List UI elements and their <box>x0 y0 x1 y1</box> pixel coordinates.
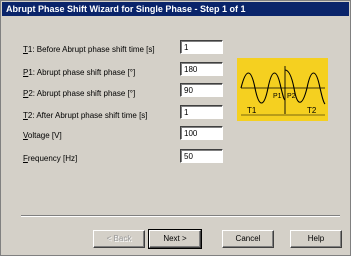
label-p2: P2 <box>287 93 296 100</box>
label-p1: P1 <box>273 93 282 100</box>
window-title: Abrupt Phase Shift Wizard for Single Pha… <box>6 4 246 14</box>
voltage-input[interactable] <box>180 126 223 140</box>
footer-separator <box>21 215 340 217</box>
label-t2: T2 <box>307 106 317 115</box>
label-p2-phase: P2: Abrupt phase shift phase [°] <box>23 89 136 98</box>
phase-shift-illustration: T1 T2 P1 P2 <box>237 58 328 121</box>
p2-phase-input[interactable] <box>180 83 223 97</box>
label-frequency: Frequency [Hz] <box>23 154 78 163</box>
wizard-window: Abrupt Phase Shift Wizard for Single Pha… <box>0 0 351 256</box>
t1-before-time-input[interactable] <box>180 40 223 54</box>
p1-phase-input[interactable] <box>180 62 223 76</box>
next-button[interactable]: Next > <box>148 229 202 249</box>
title-bar[interactable]: Abrupt Phase Shift Wizard for Single Pha… <box>2 2 349 16</box>
label-voltage: Voltage [V] <box>23 131 62 140</box>
frequency-input[interactable] <box>180 149 223 163</box>
label-p1-phase: P1: Abrupt phase shift phase [°] <box>23 68 136 77</box>
cancel-button[interactable]: Cancel <box>222 230 274 248</box>
back-button[interactable]: < Back <box>93 230 145 248</box>
label-t1: T1 <box>247 106 257 115</box>
label-t1-before-time: T1: Before Abrupt phase shift time [s] <box>23 45 155 54</box>
help-button[interactable]: Help <box>290 230 342 248</box>
t2-after-time-input[interactable] <box>180 105 223 119</box>
label-t2-after-time: T2: After Abrupt phase shift time [s] <box>23 111 148 120</box>
